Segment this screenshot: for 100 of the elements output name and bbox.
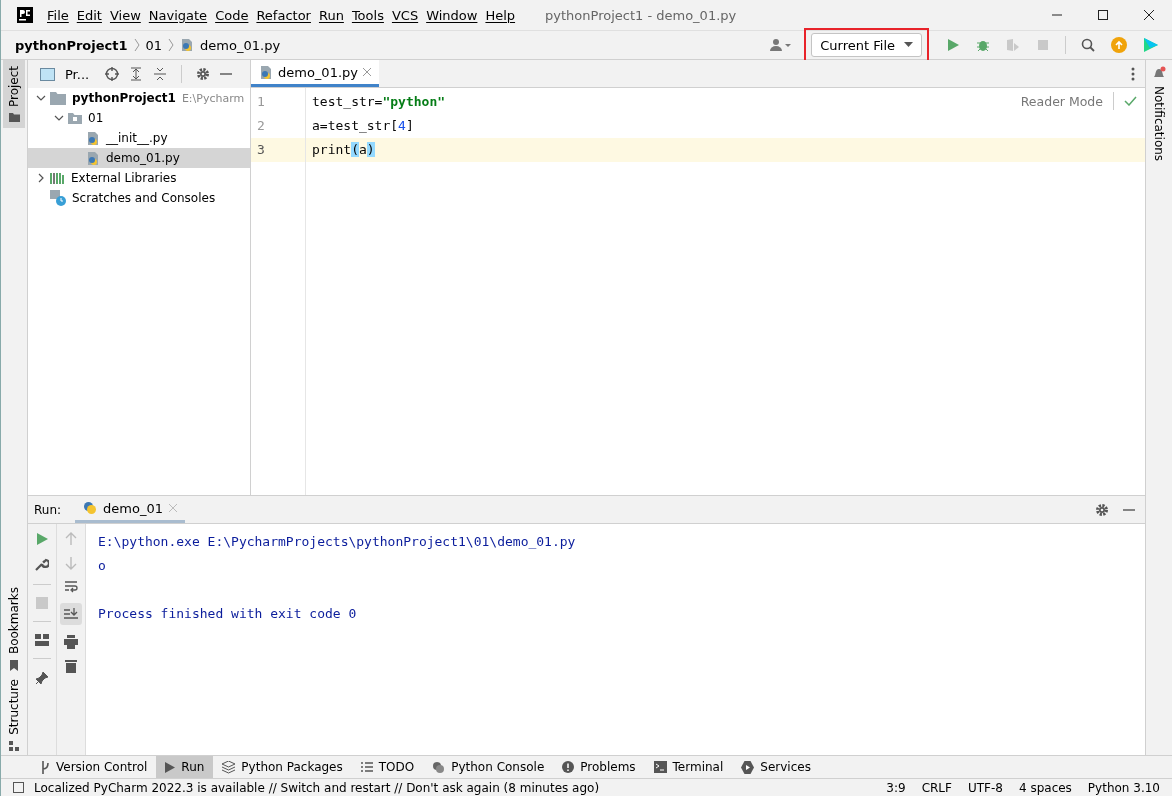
scratch-file-icon (50, 190, 66, 206)
line-number: 1 (256, 93, 266, 111)
editor-tab[interactable]: demo_01.py (251, 60, 379, 87)
breadcrumb[interactable]: demo_01.py (200, 37, 281, 53)
run-icon[interactable] (946, 38, 960, 52)
chevron-icon (133, 38, 140, 52)
structure-icon (9, 741, 19, 751)
console-line: o (98, 557, 107, 575)
app-logo-icon (17, 7, 33, 23)
tool-window-tab[interactable]: Python Console (423, 756, 554, 778)
tree-item[interactable]: External Libraries (28, 168, 250, 188)
status-item[interactable]: Python 3.10 (1087, 780, 1160, 795)
tool-window-tab[interactable]: Run (156, 756, 214, 778)
play-icon (165, 761, 176, 773)
run-configuration-dropdown[interactable]: Current File (811, 33, 922, 57)
close-icon[interactable] (1143, 9, 1155, 21)
menu-item[interactable]: Run (318, 7, 344, 23)
layout-icon[interactable] (35, 634, 49, 646)
menu-item[interactable]: Tools (351, 7, 384, 23)
chevron-down-icon[interactable] (36, 93, 46, 103)
status-item[interactable]: UTF-8 (967, 780, 1003, 795)
code-line: a=test_str[4] (312, 118, 414, 133)
panel-title[interactable]: Pr... (65, 66, 90, 82)
chevron-icon (168, 38, 175, 52)
branch-icon (40, 760, 50, 774)
window-icon (40, 67, 55, 81)
tool-window-tab[interactable]: Python Packages (213, 756, 352, 778)
line-number: 3 (251, 138, 305, 162)
list-icon (360, 762, 373, 772)
services-icon (741, 760, 755, 774)
bookmark-icon (9, 660, 19, 672)
alert-icon (562, 761, 575, 773)
caret-icon (904, 42, 913, 48)
scroll-to-end-icon[interactable] (60, 603, 82, 625)
tree-item[interactable]: pythonProject1 E:\Pycharm (28, 88, 250, 108)
menu-item[interactable]: Edit (76, 7, 102, 23)
menu-item[interactable]: Refactor (256, 7, 311, 23)
bug-icon[interactable] (976, 38, 990, 52)
python-file-icon (86, 150, 100, 166)
tool-window-tab[interactable]: TODO (351, 756, 424, 778)
chevron-down-icon[interactable] (54, 113, 64, 123)
collapse-all-icon[interactable] (153, 67, 168, 81)
tool-window-tab[interactable]: Version Control (31, 756, 157, 778)
console-line: E:\python.exe E:\PycharmProjects\pythonProject1\01\demo_01.py (98, 533, 577, 551)
status-item[interactable]: 4 spaces (1018, 780, 1072, 795)
more-icon[interactable] (1131, 66, 1135, 81)
chevron-right-icon[interactable] (36, 173, 46, 183)
folder-icon (50, 91, 66, 105)
line-number: 2 (256, 117, 266, 135)
tool-window-tab[interactable]: Project (3, 60, 25, 129)
reader-mode-link[interactable]: Reader Mode (1020, 93, 1103, 109)
maximize-icon[interactable] (1097, 9, 1109, 21)
expand-all-icon[interactable] (129, 67, 144, 81)
breadcrumb[interactable]: pythonProject1 (15, 37, 128, 53)
tool-window-tab[interactable]: Bookmarks (3, 583, 25, 676)
user-icon[interactable] (770, 38, 793, 52)
menu-item[interactable]: View (109, 7, 141, 23)
menu-item[interactable]: VCS (391, 7, 419, 23)
trash-icon[interactable] (65, 659, 77, 673)
window-title: pythonProject1 - demo_01.py (545, 7, 737, 23)
tool-window-tab[interactable]: Notifications (1148, 60, 1170, 168)
menu-item[interactable]: Code (215, 7, 249, 23)
settings-icon[interactable] (1095, 502, 1109, 517)
settings-icon[interactable] (196, 67, 211, 81)
tree-item[interactable]: 01 (28, 108, 250, 128)
tool-window-tab[interactable]: Structure (3, 675, 25, 755)
locate-icon[interactable] (105, 67, 120, 81)
status-message: Localized PyCharm 2022.3 is available // Switch and restart // Don't ask again (8 minutes ago) (34, 780, 600, 795)
tool-window-tab[interactable]: Terminal (644, 756, 733, 778)
menu-item[interactable]: Navigate (148, 7, 208, 23)
status-item[interactable]: CRLF (921, 780, 952, 795)
library-icon (50, 172, 65, 184)
folder-icon (68, 112, 82, 124)
wrench-icon[interactable] (35, 558, 49, 572)
path-hint: E:\Pycharm (181, 91, 246, 105)
tree-item[interactable]: Scratches and Consoles (28, 188, 250, 208)
print-icon[interactable] (64, 635, 78, 649)
square-icon[interactable] (13, 782, 24, 793)
search-icon[interactable] (1081, 38, 1095, 52)
python-file-icon (259, 64, 273, 80)
breadcrumb[interactable]: 01 (145, 37, 163, 53)
console-line: Process finished with exit code 0 (98, 605, 358, 623)
soft-wrap-icon[interactable] (64, 580, 78, 593)
rerun-icon[interactable] (35, 532, 49, 546)
layers-icon (222, 760, 236, 774)
python-file-icon (180, 38, 195, 52)
code-line: test_str="python" (312, 94, 446, 109)
menu-item[interactable]: File (47, 7, 69, 23)
status-item[interactable]: 3:9 (886, 780, 906, 795)
tree-item[interactable]: demo_01.py (28, 148, 250, 168)
panel-title: Run: (34, 502, 62, 517)
menu-item[interactable]: Help (485, 7, 516, 23)
bell-icon (1152, 66, 1166, 80)
tool-window-tab[interactable]: Services (732, 756, 820, 778)
menu-item[interactable]: Window (426, 7, 478, 23)
check-icon (1124, 96, 1137, 106)
pin-icon[interactable] (35, 671, 49, 685)
tree-item[interactable]: __init__.py (28, 128, 250, 148)
tool-window-tab[interactable]: Problems (553, 756, 645, 778)
python-icon (83, 501, 98, 515)
